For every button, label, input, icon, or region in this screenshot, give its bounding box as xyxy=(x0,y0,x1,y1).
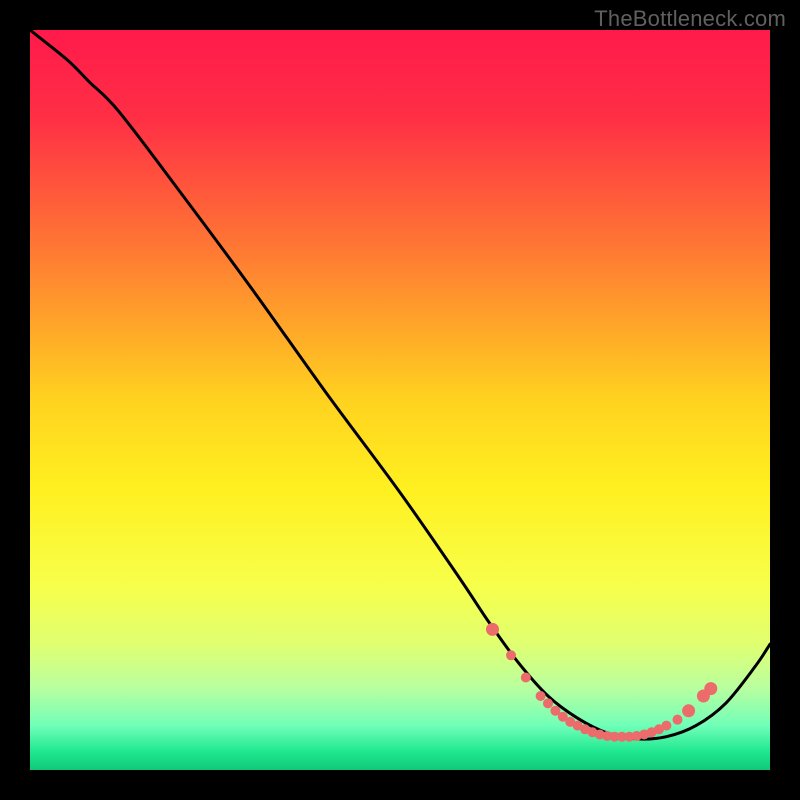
trough-dot xyxy=(521,673,531,683)
trough-dot xyxy=(486,623,499,636)
trough-dot xyxy=(704,682,717,695)
trough-dot xyxy=(506,650,516,660)
attribution-watermark: TheBottleneck.com xyxy=(594,6,786,32)
curve-layer xyxy=(30,30,770,770)
trough-dot xyxy=(682,704,695,717)
chart-outer: TheBottleneck.com xyxy=(0,0,800,800)
plot-area xyxy=(30,30,770,770)
trough-dot xyxy=(536,691,546,701)
trough-dot xyxy=(543,698,553,708)
trough-dot xyxy=(661,721,671,731)
main-curve xyxy=(30,30,770,739)
trough-markers xyxy=(486,623,717,742)
trough-dot xyxy=(673,715,683,725)
